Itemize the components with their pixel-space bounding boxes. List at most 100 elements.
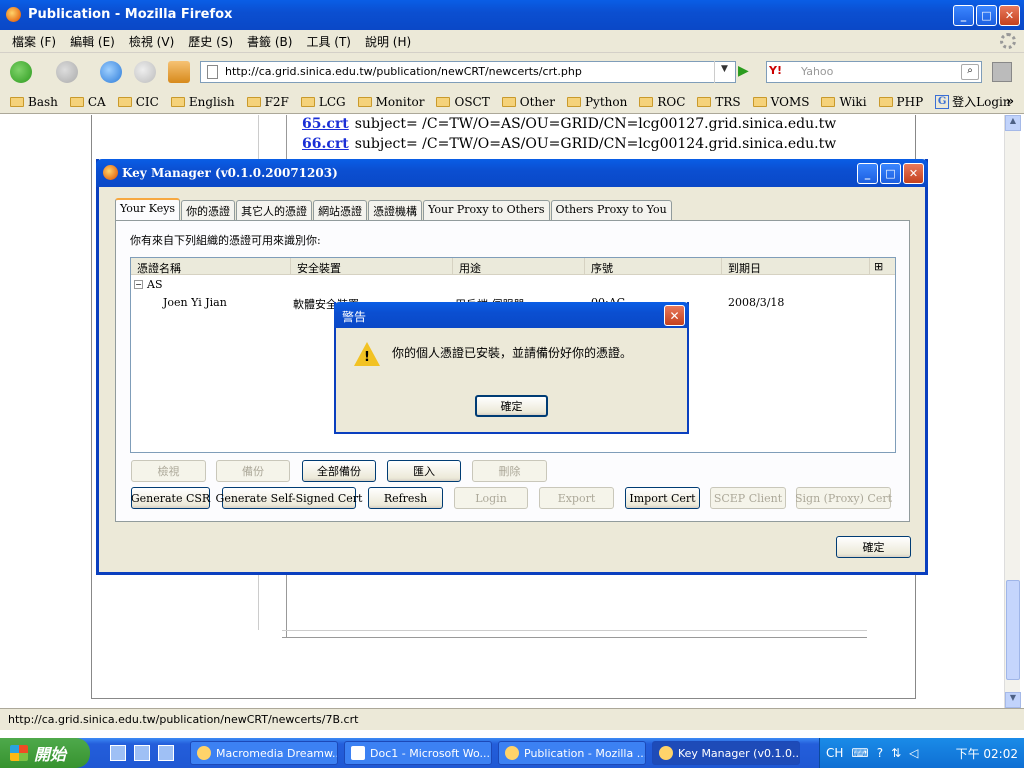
tab-others-proxy[interactable]: Others Proxy to You (550, 200, 672, 220)
backup-all-button[interactable]: 全部備份 (302, 460, 376, 482)
bookmark-login[interactable]: G 登入Login (935, 93, 1011, 110)
menu-file[interactable]: 檔案 (F) (12, 33, 56, 50)
tab-your-proxy[interactable]: Your Proxy to Others (423, 200, 550, 220)
col-expiry[interactable]: 到期日 (722, 258, 870, 275)
tab-your-certs[interactable]: 你的憑證 (181, 200, 236, 220)
scroll-thumb[interactable] (1006, 580, 1020, 680)
import-cert-button[interactable]: Import Cert (625, 487, 700, 509)
bookmarks-more-chevron-icon[interactable]: » (1006, 94, 1014, 108)
toolbar-extension-icon[interactable] (992, 62, 1012, 82)
bookmarks-toolbar: Bash CA CIC English F2F LCG Monitor OSCT… (0, 90, 1024, 114)
task-word[interactable]: Doc1 - Microsoft Wo... (344, 741, 492, 765)
km-ok-button[interactable]: 確定 (836, 536, 911, 558)
quick-launch-browser-icon[interactable] (158, 745, 174, 761)
bookmark-roc[interactable]: ROC (639, 95, 685, 109)
generate-self-signed-button[interactable]: Generate Self-Signed Cert (216, 487, 362, 509)
bookmark-voms[interactable]: VOMS (752, 95, 809, 109)
delete-button[interactable]: 刪除 (472, 460, 547, 482)
bookmark-python[interactable]: Python (566, 95, 627, 109)
url-text: http://ca.grid.sinica.edu.tw/publication… (225, 65, 582, 78)
warning-ok-button[interactable]: 確定 (475, 395, 548, 417)
language-indicator[interactable]: CH (826, 746, 843, 760)
col-cert-name[interactable]: 憑證名稱 (131, 258, 291, 275)
cert-link[interactable]: 66.crt (302, 136, 349, 152)
word-document-icon (351, 746, 365, 760)
km-maximize-button[interactable]: □ (880, 163, 901, 184)
quick-launch (110, 745, 174, 761)
url-dropdown-icon[interactable]: ▼ (714, 61, 734, 83)
home-icon[interactable] (168, 61, 190, 83)
km-close-button[interactable]: ✕ (903, 163, 924, 184)
bookmark-bash[interactable]: Bash (10, 95, 58, 109)
km-minimize-button[interactable]: _ (857, 163, 878, 184)
menu-history[interactable]: 歷史 (S) (188, 33, 233, 50)
back-arrow-icon[interactable] (10, 61, 32, 83)
help-icon[interactable]: ? (877, 746, 883, 760)
minimize-button[interactable]: _ (953, 5, 974, 26)
bookmark-wiki[interactable]: Wiki (821, 95, 867, 109)
col-security-device[interactable]: 安全裝置 (291, 258, 453, 275)
col-serial[interactable]: 序號 (585, 258, 722, 275)
generate-csr-button[interactable]: Generate CSR (131, 487, 210, 509)
search-icon[interactable]: ⌕ (961, 64, 979, 80)
collapse-icon[interactable]: − (134, 280, 143, 289)
cert-name-cell[interactable]: Joen Yi Jian (163, 296, 227, 309)
sign-proxy-cert-button[interactable]: Sign (Proxy) Cert (795, 487, 892, 509)
folder-icon (878, 96, 893, 107)
menu-view[interactable]: 檢視 (V) (129, 33, 174, 50)
start-button[interactable]: 開始 (0, 738, 90, 768)
menu-bookmarks[interactable]: 書籤 (B) (247, 33, 292, 50)
bookmark-trs[interactable]: TRS (697, 95, 741, 109)
column-picker-icon[interactable]: ⊞ (870, 258, 895, 274)
stop-icon[interactable] (134, 61, 156, 83)
close-button[interactable]: ✕ (999, 5, 1020, 26)
bookmark-other[interactable]: Other (501, 95, 555, 109)
tree-group-as[interactable]: AS (147, 278, 162, 291)
warning-close-button[interactable]: ✕ (664, 305, 685, 326)
menu-tools[interactable]: 工具 (T) (306, 33, 351, 50)
go-arrow-icon[interactable]: ▶ (738, 63, 754, 81)
bookmark-f2f[interactable]: F2F (246, 95, 289, 109)
login-button[interactable]: Login (454, 487, 528, 509)
vertical-scrollbar[interactable]: ▲ ▼ (1004, 115, 1021, 708)
search-engine-icon[interactable]: Y! (769, 64, 797, 80)
bookmark-lcg[interactable]: LCG (300, 95, 346, 109)
view-button[interactable]: 檢視 (131, 460, 206, 482)
keyboard-icon[interactable]: ⌨ (851, 746, 868, 760)
volume-icon[interactable]: ◁ (909, 746, 918, 760)
tab-others-certs[interactable]: 其它人的憑證 (236, 200, 313, 220)
menu-help[interactable]: 說明 (H) (365, 33, 411, 50)
maximize-button[interactable]: □ (976, 5, 997, 26)
cert-link[interactable]: 65.crt (302, 116, 349, 132)
bookmark-osct[interactable]: OSCT (436, 95, 490, 109)
bookmark-ca[interactable]: CA (69, 95, 106, 109)
reload-icon[interactable] (100, 61, 122, 83)
url-bar[interactable]: http://ca.grid.sinica.edu.tw/publication… (200, 61, 736, 83)
task-key-manager[interactable]: Key Manager (v0.1.0... (652, 741, 800, 765)
bookmark-php[interactable]: PHP (878, 95, 923, 109)
task-dreamweaver[interactable]: Macromedia Dreamw... (190, 741, 338, 765)
export-button[interactable]: Export (539, 487, 614, 509)
col-usage[interactable]: 用途 (453, 258, 585, 275)
import-button[interactable]: 匯入 (387, 460, 461, 482)
scroll-down-arrow-icon[interactable]: ▼ (1005, 692, 1021, 708)
bookmark-cic[interactable]: CIC (117, 95, 159, 109)
folder-icon (501, 96, 516, 107)
scroll-up-arrow-icon[interactable]: ▲ (1005, 115, 1021, 131)
quick-launch-app-icon[interactable] (134, 745, 150, 761)
search-box[interactable]: Y! Yahoo ⌕ (766, 61, 982, 83)
show-desktop-icon[interactable] (110, 745, 126, 761)
menu-edit[interactable]: 編輯 (E) (70, 33, 115, 50)
backup-button[interactable]: 備份 (216, 460, 290, 482)
scep-client-button[interactable]: SCEP Client (710, 487, 786, 509)
network-icon[interactable]: ⇅ (891, 746, 901, 760)
tab-authorities[interactable]: 憑證機構 (368, 200, 423, 220)
task-firefox[interactable]: Publication - Mozilla ... (498, 741, 646, 765)
bookmark-monitor[interactable]: Monitor (357, 95, 424, 109)
bookmark-english[interactable]: English (170, 95, 235, 109)
tab-website-certs[interactable]: 網站憑證 (313, 200, 368, 220)
folder-icon (170, 96, 185, 107)
tab-your-keys[interactable]: Your Keys (115, 198, 181, 220)
refresh-button[interactable]: Refresh (368, 487, 443, 509)
forward-arrow-icon[interactable] (56, 61, 78, 83)
